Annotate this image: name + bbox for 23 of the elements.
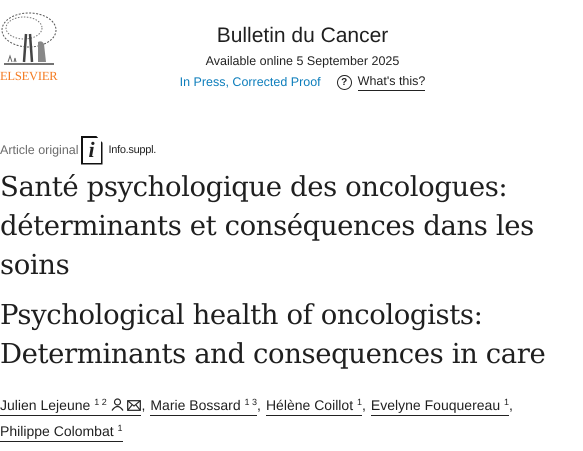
- info-document-icon[interactable]: i: [80, 136, 103, 164]
- tree-logo-icon: [0, 10, 58, 68]
- whats-this-link[interactable]: What's this?: [358, 73, 426, 91]
- author-link[interactable]: Marie Bossard $^{1 3}$: [150, 396, 258, 416]
- supplementary-info-link[interactable]: Info.suppl.: [108, 144, 156, 156]
- availability-date: Available online 5 September 2025: [206, 53, 400, 70]
- author-link[interactable]: Evelyne Fouquereau $^{1}$: [370, 396, 510, 416]
- author-link[interactable]: Julien Lejeune $^{1 2}$: [0, 396, 142, 416]
- separator-comma: ,: [362, 397, 366, 413]
- article-title-french: Santé psychologique des oncologues: déterminants et conséquences dans les soins: [0, 170, 535, 283]
- person-icon: [110, 398, 124, 411]
- author-link[interactable]: Hélène Coillot $^{1}$: [266, 396, 362, 416]
- separator-comma: ,: [141, 397, 146, 413]
- article-status: In Press, Corrected Proof: [180, 75, 321, 89]
- publisher-name: ELSEVIER: [0, 69, 58, 84]
- author-link[interactable]: Philippe Colombat $^{1}$: [0, 422, 123, 442]
- journal-title[interactable]: Bulletin du Cancer: [216, 22, 388, 50]
- help-icon: ?: [336, 74, 352, 90]
- separator-comma: ,: [509, 397, 513, 413]
- article-title-english: Psychological health of oncologists: Determinants and consequences in care: [0, 298, 546, 372]
- article-type: Article original: [0, 143, 79, 157]
- mail-icon: [127, 400, 142, 411]
- separator-comma: ,: [257, 397, 261, 413]
